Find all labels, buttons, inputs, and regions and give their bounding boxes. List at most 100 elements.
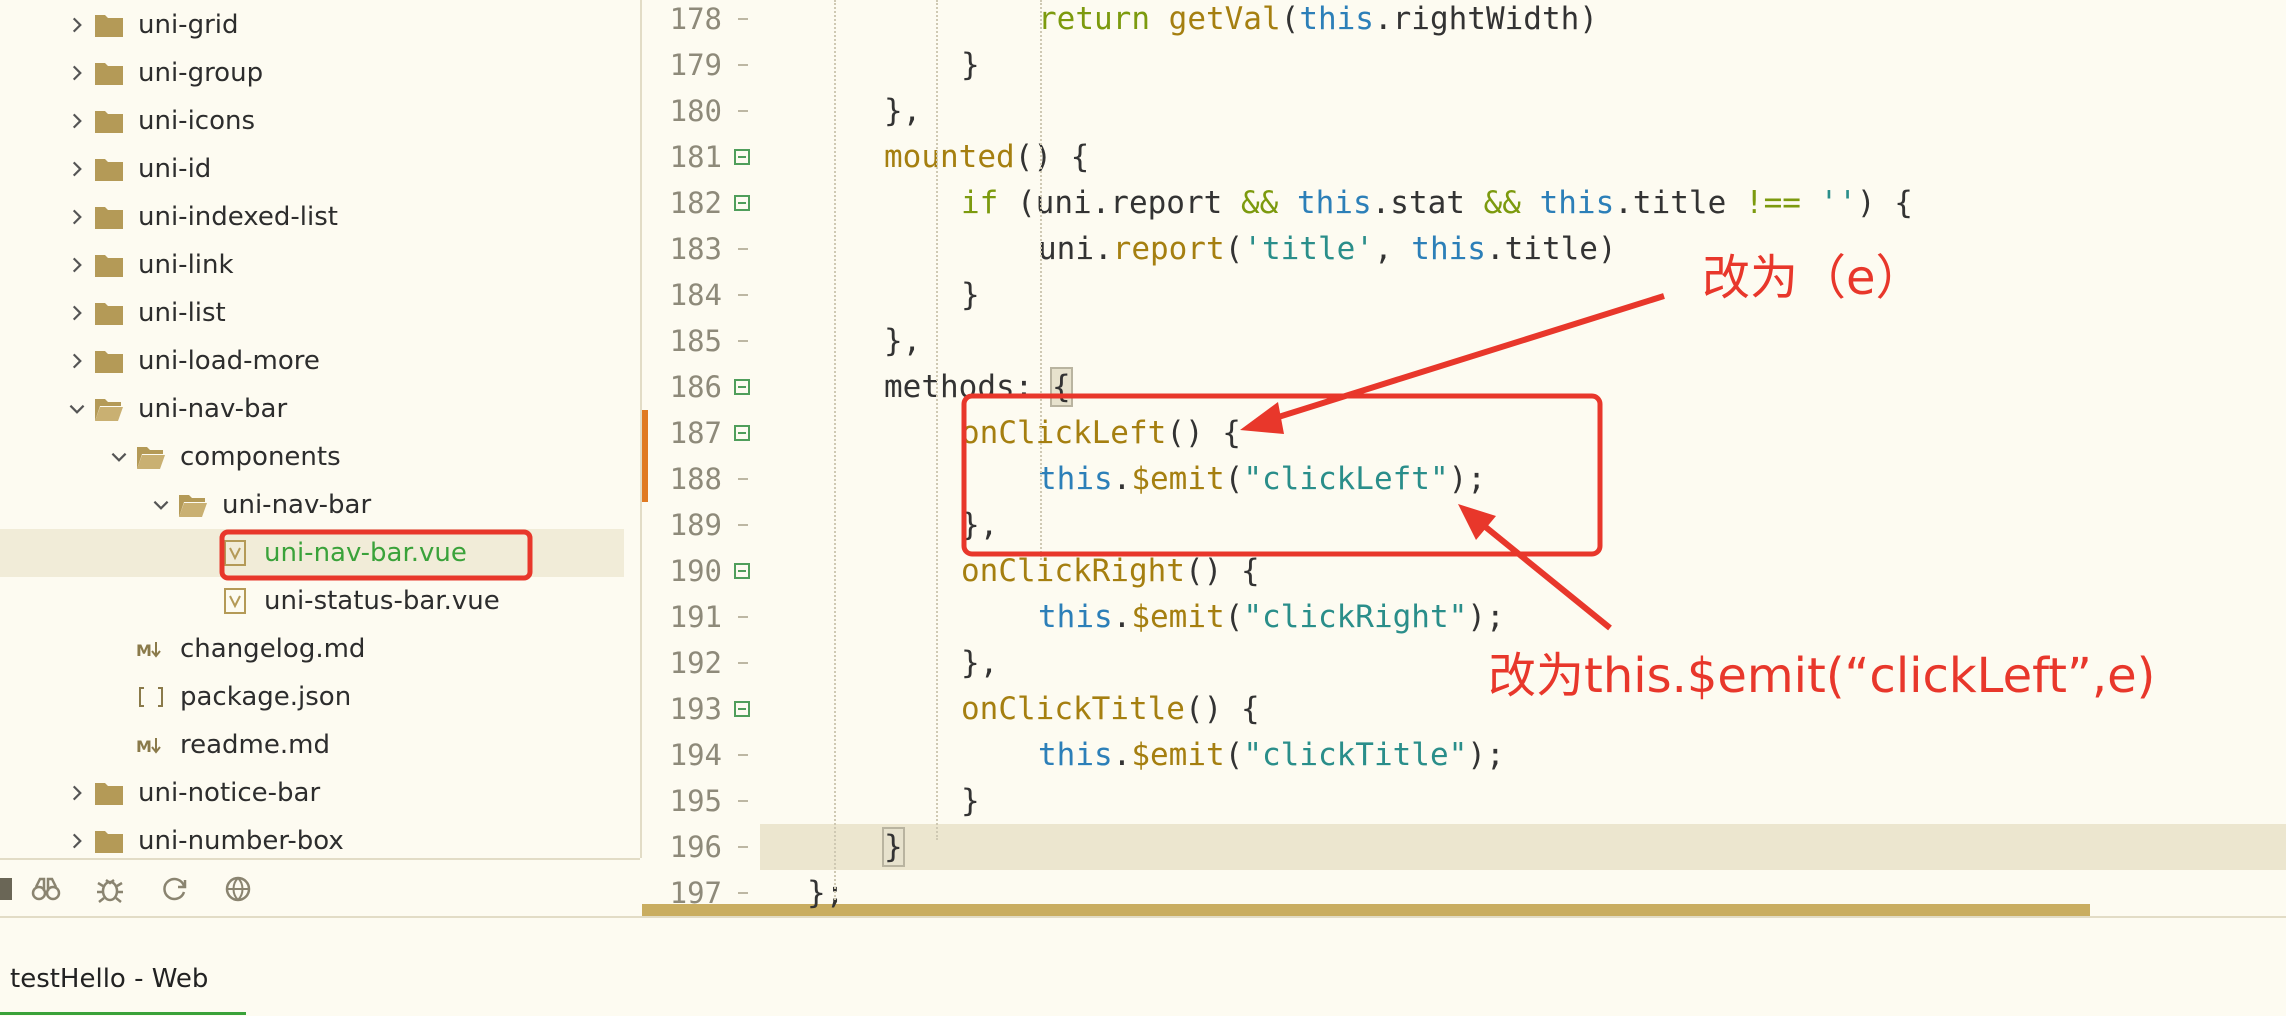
tree-item[interactable]: uni-nav-bar xyxy=(0,385,624,433)
tree-item[interactable]: uni-nav-bar xyxy=(0,481,624,529)
chevron-right-icon[interactable] xyxy=(62,58,92,88)
code-line[interactable]: } xyxy=(961,778,980,824)
code-line[interactable]: }, xyxy=(884,318,921,364)
bug-icon[interactable] xyxy=(78,860,142,918)
code-line[interactable]: }, xyxy=(884,88,921,134)
line-number: 180 xyxy=(669,94,722,128)
code-token: , xyxy=(1373,231,1412,267)
tree-item[interactable]: uni-link xyxy=(0,241,624,289)
tree-item[interactable]: uni-group xyxy=(0,49,624,97)
code-line[interactable]: onClickRight() { xyxy=(961,548,1260,594)
chevron-right-icon[interactable] xyxy=(62,154,92,184)
code-line[interactable]: uni.report('title', this.title) xyxy=(1038,226,1617,272)
tree-item[interactable]: uni-number-box xyxy=(0,817,624,858)
chevron-right-icon[interactable] xyxy=(62,106,92,136)
tree-item[interactable]: uni-status-bar.vue xyxy=(0,577,624,625)
code-token: this xyxy=(1411,231,1486,267)
code-token: '' xyxy=(1819,185,1857,221)
globe-icon[interactable] xyxy=(206,860,270,918)
code-line[interactable]: onClickLeft() { xyxy=(961,410,1241,456)
code-token: (uni.report xyxy=(998,185,1241,221)
panel-toggle-icon[interactable] xyxy=(0,860,14,918)
fold-toggle-icon[interactable] xyxy=(734,195,750,211)
code-token: "clickRight" xyxy=(1243,599,1468,635)
tree-item[interactable]: components xyxy=(0,433,624,481)
fold-gutter-tick xyxy=(738,846,748,848)
code-token: return xyxy=(1038,1,1169,37)
fold-toggle-icon[interactable] xyxy=(734,563,750,579)
code-line[interactable]: methods: { xyxy=(884,364,1073,410)
line-number: 195 xyxy=(669,784,722,818)
tree-item[interactable]: uni-indexed-list xyxy=(0,193,624,241)
code-line[interactable]: }, xyxy=(961,502,998,548)
refresh-icon[interactable] xyxy=(142,860,206,918)
binoculars-icon[interactable] xyxy=(14,860,78,918)
code-line[interactable]: } xyxy=(961,272,980,318)
tree-item-label: readme.md xyxy=(180,730,330,760)
folder-icon xyxy=(92,298,126,328)
chevron-right-icon[interactable] xyxy=(62,202,92,232)
vue-file-icon xyxy=(218,586,252,616)
tree-item-label: uni-nav-bar.vue xyxy=(264,538,467,568)
tree-item-label: uni-id xyxy=(138,154,212,184)
folder-icon xyxy=(92,10,126,40)
tree-item[interactable]: package.json xyxy=(0,673,624,721)
chevron-right-icon[interactable] xyxy=(62,250,92,280)
horizontal-scrollbar[interactable] xyxy=(642,904,2090,916)
chevron-right-icon[interactable] xyxy=(62,10,92,40)
code-token: ( xyxy=(1280,1,1300,37)
fold-toggle-icon[interactable] xyxy=(734,149,750,165)
tree-item[interactable]: uni-notice-bar xyxy=(0,769,624,817)
folder-icon xyxy=(92,106,126,136)
code-token: } xyxy=(961,783,980,819)
code-line[interactable]: } xyxy=(882,824,905,870)
fold-toggle-icon[interactable] xyxy=(734,425,750,441)
code-editor[interactable]: 178 return getVal(this.rightWidth) 179} 180… xyxy=(642,0,2286,916)
code-line[interactable]: if (uni.report && this.stat && this.titl… xyxy=(961,180,1913,226)
code-line[interactable]: }, xyxy=(961,640,998,686)
chevron-right-icon[interactable] xyxy=(62,826,92,856)
tree-item[interactable]: Mchangelog.md xyxy=(0,625,624,673)
tree-item[interactable]: uni-id xyxy=(0,145,624,193)
fold-toggle-icon[interactable] xyxy=(734,701,750,717)
fold-gutter-tick xyxy=(738,662,748,664)
fold-toggle-icon[interactable] xyxy=(734,379,750,395)
code-line[interactable]: mounted() { xyxy=(884,134,1089,180)
chevron-down-icon[interactable] xyxy=(62,394,92,424)
code-line[interactable]: this.$emit("clickLeft"); xyxy=(1038,456,1486,502)
vue-file-icon xyxy=(218,538,252,568)
code-line[interactable]: this.$emit("clickRight"); xyxy=(1038,594,1505,640)
tree-item[interactable]: uni-grid xyxy=(0,1,624,49)
line-number: 188 xyxy=(669,462,722,496)
code-token: report xyxy=(1112,231,1225,267)
tree-item[interactable]: uni-icons xyxy=(0,97,624,145)
chevron-right-icon[interactable] xyxy=(62,778,92,808)
line-number: 178 xyxy=(669,2,722,36)
code-token: . xyxy=(1112,599,1132,635)
tree-item[interactable]: uni-list xyxy=(0,289,624,337)
tree-item[interactable]: Mreadme.md xyxy=(0,721,624,769)
tree-item-label: uni-list xyxy=(138,298,226,328)
code-line[interactable]: } xyxy=(961,42,980,88)
code-line[interactable]: return getVal(this.rightWidth) xyxy=(1038,0,1598,42)
code-token: this xyxy=(1299,1,1374,37)
tree-item[interactable]: uni-nav-bar.vue xyxy=(0,529,624,577)
code-token: this xyxy=(1038,737,1113,773)
matched-bracket: } xyxy=(882,827,905,867)
chevron-down-icon[interactable] xyxy=(146,490,176,520)
chevron-right-icon[interactable] xyxy=(62,346,92,376)
code-line[interactable]: this.$emit("clickTitle"); xyxy=(1038,732,1505,778)
code-line[interactable]: }; xyxy=(807,870,844,916)
code-line[interactable]: onClickTitle() { xyxy=(961,686,1260,732)
line-number: 181 xyxy=(669,140,722,174)
chevron-down-icon[interactable] xyxy=(104,442,134,472)
tree-item[interactable]: uni-load-more xyxy=(0,337,624,385)
current-line-highlight xyxy=(760,824,2286,870)
code-token: ( xyxy=(1224,599,1244,635)
code-token: "clickTitle" xyxy=(1243,737,1468,773)
chevron-right-icon[interactable] xyxy=(62,298,92,328)
code-token: onClickLeft xyxy=(961,415,1167,451)
